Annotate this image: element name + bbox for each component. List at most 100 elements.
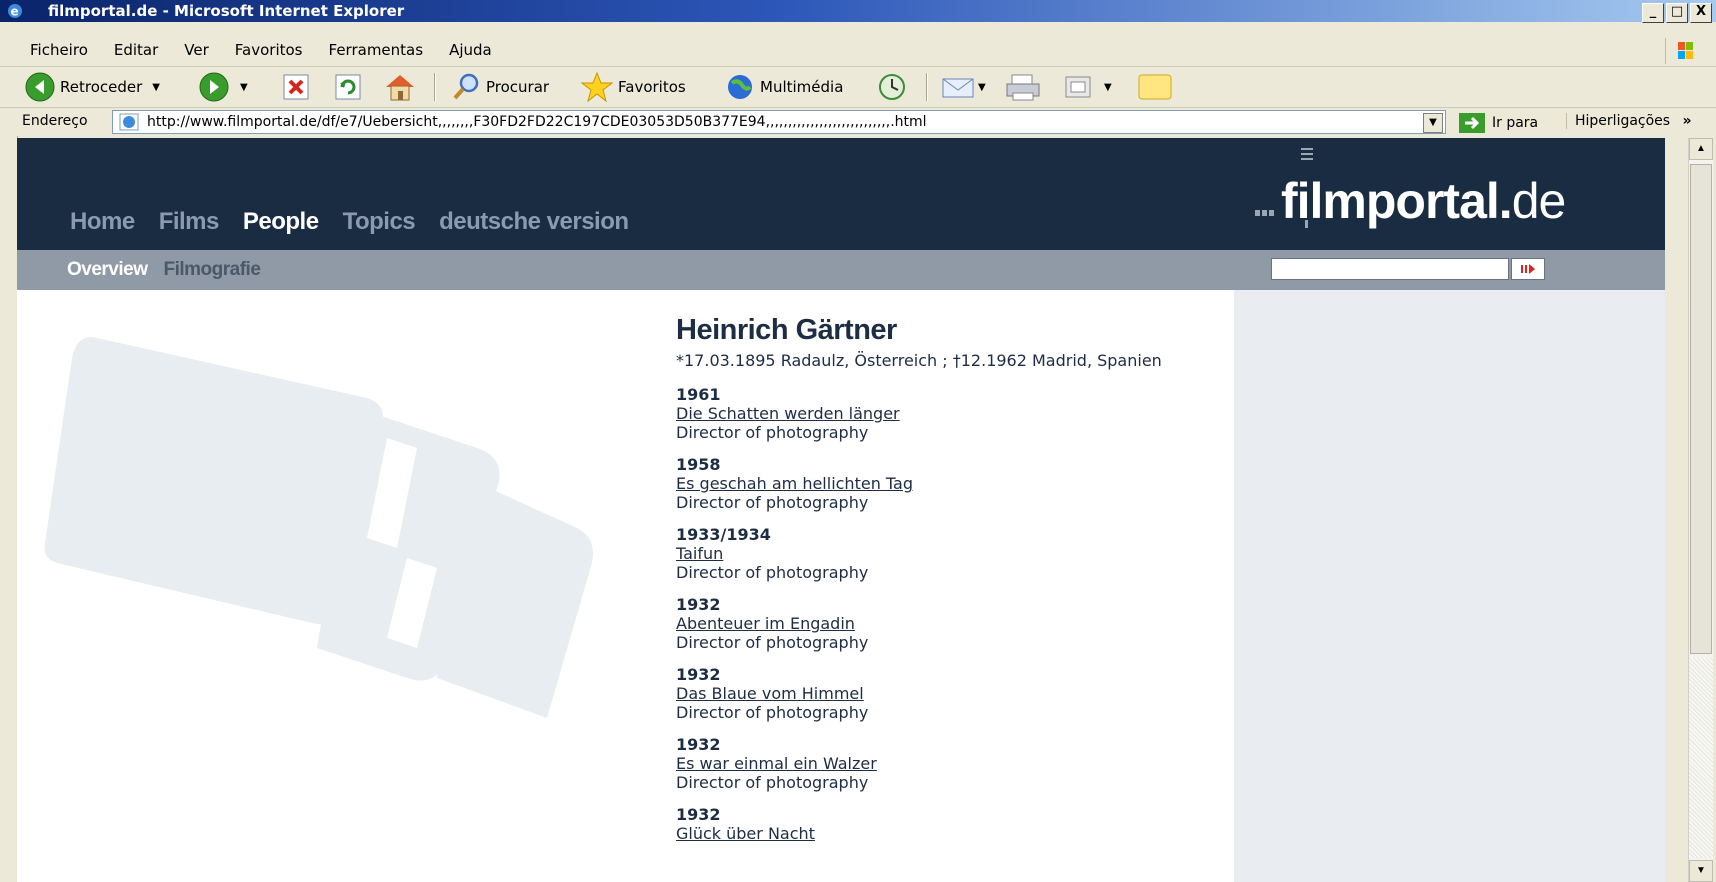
menu-file[interactable]: Ficheiro xyxy=(30,41,88,59)
edit-page-icon xyxy=(1065,76,1091,98)
film-year: 1932 xyxy=(676,735,721,754)
windows-logo-icon xyxy=(1665,38,1693,64)
subnav-filmografie[interactable]: Filmografie xyxy=(164,259,261,281)
sub-nav-bar: Overview Filmografie xyxy=(17,250,1665,290)
scroll-track[interactable] xyxy=(1689,658,1713,858)
filmography-entry: 1961 Die Schatten werden länger Director o… xyxy=(676,385,1196,442)
film-title-link[interactable]: Abenteuer im Engadin xyxy=(676,614,1196,633)
address-url: http://www.filmportal.de/df/e7/Uebersich… xyxy=(147,114,927,130)
svg-text:e: e xyxy=(11,5,19,19)
menu-view[interactable]: Ver xyxy=(184,41,209,59)
links-button[interactable]: Hiperligações » xyxy=(1566,113,1692,129)
mail-dropdown-icon[interactable]: ▼ xyxy=(978,82,986,93)
filmography-entry: 1958 Es geschah am hellichten Tag Director… xyxy=(676,455,1196,512)
toolbar: Retroceder ▼ ▼ Procurar Favoritos Multim… xyxy=(0,67,1716,108)
film-role: Director of photography xyxy=(676,633,869,652)
filmography-entry: 1932 Das Blaue vom Himmel Director of phot… xyxy=(676,665,1196,722)
home-button[interactable] xyxy=(382,71,418,103)
film-year: 1932 xyxy=(676,595,721,614)
mail-icon xyxy=(942,78,974,98)
print-icon xyxy=(1006,74,1040,101)
filmography-entry: 1932 Glück über Nacht xyxy=(676,805,1196,843)
film-role: Director of photography xyxy=(676,563,869,582)
filmography-entry: 1932 Abenteuer im Engadin Director of phot… xyxy=(676,595,1196,652)
print-button[interactable] xyxy=(1004,71,1042,103)
film-role: Director of photography xyxy=(676,493,869,512)
film-year: 1933/1934 xyxy=(676,525,771,544)
film-title-link[interactable]: Es war einmal ein Walzer xyxy=(676,754,1196,773)
address-dropdown-icon[interactable]: ▼ xyxy=(1423,113,1443,133)
search-button[interactable]: Procurar xyxy=(450,71,549,103)
filmography-list: 1961 Die Schatten werden länger Director o… xyxy=(676,385,1196,843)
nav-deutsche-version[interactable]: deutsche version xyxy=(439,208,629,236)
edit-dropdown-icon[interactable]: ▼ xyxy=(1104,82,1112,93)
home-icon xyxy=(386,75,414,101)
main-nav: Home Films People Topics deutsche versio… xyxy=(70,208,629,236)
media-button[interactable]: Multimédia xyxy=(724,71,843,103)
back-arrow-icon xyxy=(25,72,55,102)
scroll-thumb[interactable] xyxy=(1690,164,1712,654)
subnav-overview[interactable]: Overview xyxy=(67,259,148,281)
media-globe-icon xyxy=(728,75,752,99)
scroll-up-icon[interactable]: ▲ xyxy=(1689,138,1713,160)
stop-icon xyxy=(283,74,309,100)
stop-button[interactable] xyxy=(282,71,310,103)
notes-icon xyxy=(1138,74,1172,100)
camera-watermark-icon xyxy=(44,337,593,718)
scroll-down-icon[interactable]: ▼ xyxy=(1689,860,1713,882)
refresh-button[interactable] xyxy=(334,71,362,103)
menu-help[interactable]: Ajuda xyxy=(449,41,492,59)
filmography-entry: 1932 Es war einmal ein Walzer Director of … xyxy=(676,735,1196,792)
site-search-input[interactable] xyxy=(1271,258,1509,280)
film-year: 1932 xyxy=(676,665,721,684)
page-viewport: Home Films People Topics deutsche versio… xyxy=(17,138,1665,882)
nav-films[interactable]: Films xyxy=(159,208,220,236)
ie-icon: e xyxy=(8,4,22,19)
film-title-link[interactable]: Taifun xyxy=(676,544,1196,563)
film-year: 1932 xyxy=(676,805,721,824)
site-search-button[interactable] xyxy=(1511,258,1545,280)
film-title-link[interactable]: Das Blaue vom Himmel xyxy=(676,684,1196,703)
menu-tools[interactable]: Ferramentas xyxy=(329,41,424,59)
nav-people[interactable]: People xyxy=(243,208,319,236)
forward-arrow-icon xyxy=(199,72,229,102)
messenger-button[interactable] xyxy=(1136,71,1174,103)
address-input[interactable]: http://www.filmportal.de/df/e7/Uebersich… xyxy=(112,110,1446,134)
mail-button[interactable]: ▼ xyxy=(940,71,986,103)
window-left-edge xyxy=(0,136,18,882)
forward-button[interactable]: ▼ xyxy=(198,71,248,103)
menu-edit[interactable]: Editar xyxy=(114,41,158,59)
film-title-link[interactable]: Glück über Nacht xyxy=(676,824,1196,843)
go-button[interactable]: Ir para xyxy=(1458,112,1538,134)
history-button[interactable] xyxy=(874,71,910,103)
refresh-icon xyxy=(335,74,361,100)
nav-home[interactable]: Home xyxy=(70,208,135,236)
favorites-star-icon xyxy=(580,71,614,103)
chevron-right-icon: » xyxy=(1682,113,1692,129)
film-role: Director of photography xyxy=(676,773,869,792)
history-icon xyxy=(879,74,905,100)
film-title-link[interactable]: Die Schatten werden länger xyxy=(676,404,1196,423)
forward-dropdown-icon[interactable]: ▼ xyxy=(240,82,248,93)
menu-favorites[interactable]: Favoritos xyxy=(235,41,303,59)
film-role: Director of photography xyxy=(676,423,869,442)
filmportal-logo[interactable]: filmportal.de xyxy=(1255,148,1566,248)
go-arrow-icon xyxy=(1459,113,1485,133)
close-button[interactable]: X xyxy=(1690,3,1712,23)
person-bio: *17.03.1895 Radaulz, Österreich ; †12.19… xyxy=(676,351,1162,370)
film-title-link[interactable]: Es geschah am hellichten Tag xyxy=(676,474,1196,493)
edit-button[interactable]: ▼ xyxy=(1062,71,1112,103)
vertical-scrollbar[interactable]: ▲ ▼ xyxy=(1688,138,1713,882)
back-dropdown-icon[interactable]: ▼ xyxy=(152,82,160,93)
nav-topics[interactable]: Topics xyxy=(343,208,416,236)
browser-window: e filmportal.de - Microsoft Internet Exp… xyxy=(0,0,1716,882)
address-label: Endereço xyxy=(22,113,88,129)
maximize-button[interactable]: □ xyxy=(1666,3,1688,23)
minimize-button[interactable]: _ xyxy=(1642,3,1664,23)
title-bar: e filmportal.de - Microsoft Internet Exp… xyxy=(0,0,1716,23)
favorites-button[interactable]: Favoritos xyxy=(580,71,686,103)
search-icon xyxy=(453,73,479,100)
back-button[interactable]: Retroceder ▼ xyxy=(24,71,160,103)
sub-nav: Overview Filmografie xyxy=(67,259,261,281)
film-role: Director of photography xyxy=(676,703,869,722)
